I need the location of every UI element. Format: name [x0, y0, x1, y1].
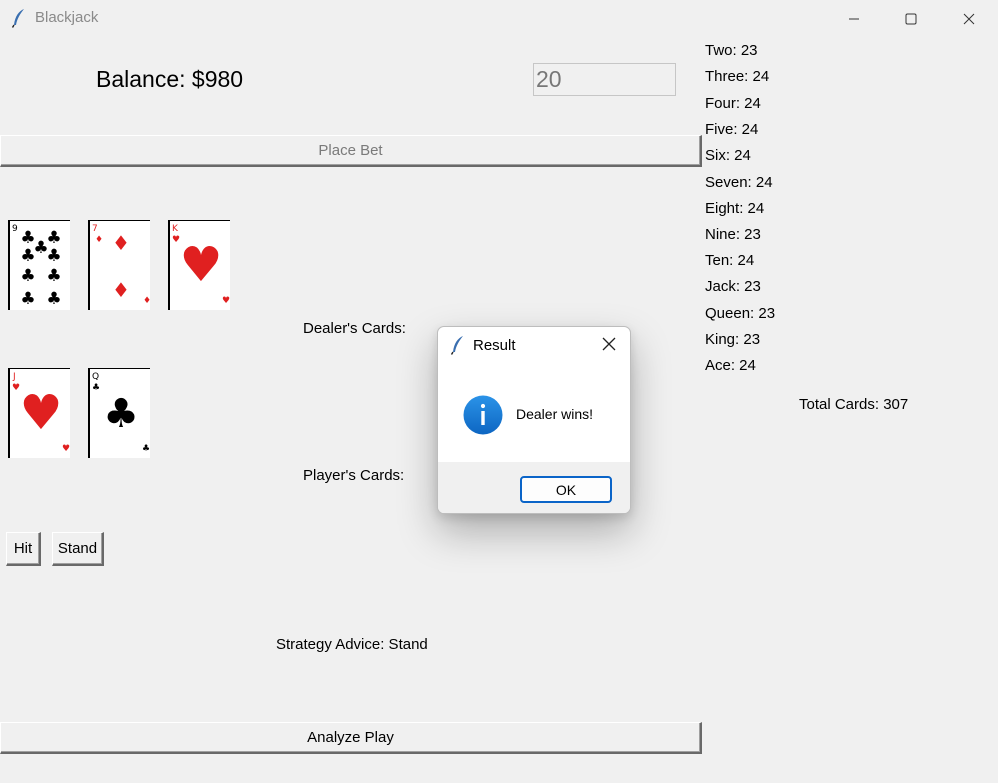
minimize-button[interactable] [825, 0, 883, 37]
dialog-close-icon[interactable] [601, 336, 617, 352]
svg-text:Q: Q [92, 372, 99, 382]
svg-text:♣: ♣ [20, 289, 35, 309]
jack-of-hearts-face: J ♥ ♥ ♥ [12, 372, 70, 454]
ok-button[interactable]: OK [520, 476, 612, 503]
dialog-footer: OK [438, 462, 630, 513]
count-ace: Ace: 24 [705, 357, 756, 374]
result-dialog: Result Dealer wins! OK [437, 326, 631, 514]
svg-text:♦: ♦ [95, 235, 103, 245]
count-four: Four: 24 [705, 95, 761, 112]
count-nine: Nine: 23 [705, 226, 761, 243]
player-card-jack-of-hearts: J ♥ ♥ ♥ [8, 368, 70, 458]
feather-icon [11, 9, 24, 28]
stand-button[interactable]: Stand [52, 532, 104, 566]
count-eight: Eight: 24 [705, 200, 765, 217]
minimize-icon [849, 18, 859, 19]
strategy-advice-label: Strategy Advice: Stand [276, 636, 428, 653]
count-three: Three: 24 [705, 68, 770, 85]
svg-text:♣: ♣ [46, 246, 61, 266]
svg-text:♣: ♣ [103, 391, 139, 437]
svg-text:♦: ♦ [112, 231, 130, 255]
nine-of-clubs-face: 9 ♣ ♣ ♣ ♣ ♣ ♣ ♣ ♣ ♣ [12, 224, 62, 309]
title-bar: Blackjack [0, 0, 998, 37]
close-icon [963, 13, 975, 24]
svg-text:♣: ♣ [142, 444, 150, 454]
svg-text:♣: ♣ [20, 266, 35, 286]
close-button[interactable] [940, 0, 998, 37]
count-five: Five: 24 [705, 121, 759, 138]
svg-text:♣: ♣ [92, 383, 100, 393]
svg-text:♣: ♣ [46, 289, 61, 309]
dealer-card-king-of-hearts: K ♥ ♥ ♥ [168, 220, 230, 310]
dealer-card-seven-of-diamonds: 7 ♦ ♦ ♦ ♦ [88, 220, 150, 310]
dialog-title: Result [473, 337, 516, 354]
svg-text:♣: ♣ [46, 266, 61, 286]
count-jack: Jack: 23 [705, 278, 761, 295]
count-two: Two: 23 [705, 42, 758, 59]
dialog-message: Dealer wins! [516, 406, 594, 422]
bet-amount-input[interactable] [533, 63, 676, 96]
seven-of-diamonds-face: 7 ♦ ♦ ♦ ♦ [92, 224, 150, 306]
total-cards-label: Total Cards: 307 [799, 396, 909, 413]
count-queen: Queen: 23 [705, 305, 776, 322]
svg-text:9: 9 [12, 224, 18, 234]
svg-text:7: 7 [92, 224, 98, 234]
svg-text:♥: ♥ [179, 237, 222, 293]
svg-text:♥: ♥ [19, 385, 62, 441]
info-icon [463, 395, 503, 435]
player-card-queen-of-clubs: Q ♣ ♣ ♣ [88, 368, 150, 458]
place-bet-button[interactable]: Place Bet [0, 135, 702, 167]
player-cards-label: Player's Cards: [303, 467, 405, 484]
svg-text:♥: ♥ [62, 444, 70, 454]
dealer-card-nine-of-clubs: 9 ♣ ♣ ♣ ♣ ♣ ♣ ♣ ♣ ♣ [8, 220, 70, 310]
hit-button[interactable]: Hit [6, 532, 41, 566]
analyze-play-button[interactable]: Analyze Play [0, 722, 702, 754]
svg-text:♦: ♦ [143, 296, 150, 306]
queen-of-clubs-face: Q ♣ ♣ ♣ [92, 372, 150, 454]
svg-text:♣: ♣ [33, 238, 48, 258]
svg-text:♦: ♦ [112, 278, 130, 302]
svg-text:K: K [172, 224, 179, 234]
dealer-cards-label: Dealer's Cards: [303, 320, 406, 337]
maximize-button[interactable] [882, 0, 940, 37]
count-six: Six: 24 [705, 147, 751, 164]
window-title: Blackjack [35, 9, 99, 26]
maximize-icon [905, 13, 917, 24]
svg-text:♥: ♥ [222, 296, 230, 306]
count-king: King: 23 [705, 331, 761, 348]
count-ten: Ten: 24 [705, 252, 755, 269]
king-of-hearts-face: K ♥ ♥ ♥ [172, 224, 230, 306]
svg-text:♣: ♣ [46, 228, 61, 248]
balance-label: Balance: $980 [96, 66, 244, 92]
svg-text:J: J [12, 372, 16, 382]
count-seven: Seven: 24 [705, 174, 773, 191]
feather-icon [450, 336, 463, 355]
